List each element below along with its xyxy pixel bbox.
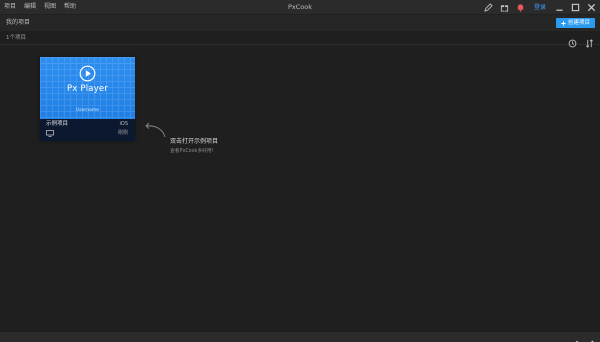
menu-item-help[interactable]: 帮助 [64, 2, 76, 12]
page-title: 我的项目 [6, 19, 31, 26]
project-platform: iOS [119, 121, 129, 127]
close-icon[interactable] [586, 3, 596, 13]
gift-icon[interactable] [500, 3, 510, 13]
project-name: 示例项目 [46, 121, 69, 127]
toolbar-row: 1个项目 [0, 31, 600, 48]
hint-arrow-icon [145, 122, 166, 138]
project-updated: 刚刚 [117, 130, 128, 136]
hint-subtitle: 查看PxCook多好用! [170, 149, 214, 154]
login-link[interactable]: 登录 [534, 3, 546, 13]
status-bar-icons [573, 333, 594, 342]
play-icon [79, 65, 96, 82]
plus-icon [561, 20, 566, 26]
project-thumbnail: Px Player Username [40, 57, 135, 119]
project-info: 示例项目 iOS 刚刚 [40, 119, 135, 141]
bell-icon[interactable] [516, 3, 526, 13]
thumbnail-owner: Username [76, 108, 99, 113]
clock-icon[interactable] [568, 33, 577, 52]
project-count: 1个项目 [6, 35, 26, 41]
menu-item-edit[interactable]: 编辑 [24, 2, 36, 12]
monitor-icon [46, 130, 54, 137]
share-icon[interactable] [586, 333, 594, 342]
menu-item-project[interactable]: 项目 [4, 2, 16, 12]
status-bar [0, 332, 600, 342]
sort-icon[interactable] [585, 33, 594, 52]
home-icon[interactable] [573, 333, 581, 342]
menu-bar: 项目 编辑 视图 帮助 [4, 2, 76, 12]
thumbnail-title: Px Player [66, 84, 109, 94]
header-row: 我的项目 创建项目 [0, 15, 600, 31]
maximize-icon[interactable] [570, 3, 580, 13]
title-bar: 项目 编辑 视图 帮助 PxCook 登录 [0, 0, 600, 15]
create-project-label: 创建项目 [567, 20, 590, 26]
project-card[interactable]: Px Player Username 示例项目 iOS 刚刚 [40, 57, 135, 141]
pen-icon[interactable] [484, 3, 494, 13]
minimize-icon[interactable] [554, 3, 564, 13]
menu-item-view[interactable]: 视图 [44, 2, 56, 12]
hint-title: 双击打开示例项目 [170, 138, 219, 145]
titlebar-controls: 登录 [484, 2, 596, 13]
toolbar-icons [568, 33, 594, 52]
app-window: 项目 编辑 视图 帮助 PxCook 登录 我的项目 创建项目 1个项目 Px … [0, 0, 600, 342]
create-project-button[interactable]: 创建项目 [555, 18, 595, 28]
